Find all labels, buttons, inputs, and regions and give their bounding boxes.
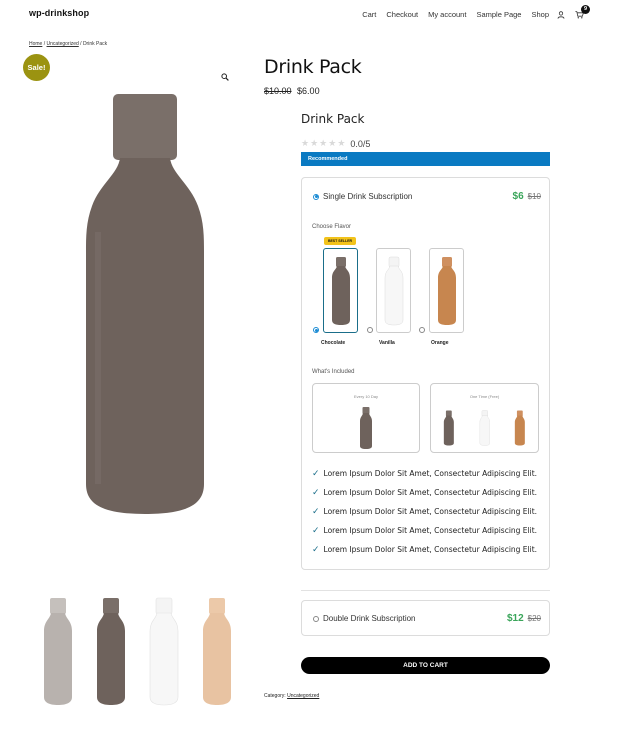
benefit-text: Lorem Ipsum Dolor Sit Amet, Consectetur …	[323, 526, 538, 535]
cart-count-badge: 9	[581, 4, 590, 14]
whats-included-label: What's Included	[312, 369, 355, 375]
double-subscription-option[interactable]: Double Drink Subscription $12 $20	[313, 613, 541, 624]
gallery-thumbnails	[31, 597, 243, 707]
current-price: $6.00	[297, 86, 320, 96]
star-icon: ★	[310, 138, 319, 148]
recommended-banner: Recommended	[301, 152, 550, 166]
nav-sample-page[interactable]: Sample Page	[476, 10, 521, 19]
nav-cart[interactable]: Cart	[362, 10, 376, 19]
flavor-chocolate-radio[interactable]	[313, 327, 319, 333]
included-bottles	[313, 406, 419, 450]
product-category: Category: Uncategorized	[264, 693, 319, 699]
rating-score: 0.0/5	[350, 138, 371, 149]
check-icon: ✓	[312, 506, 320, 517]
category-label: Category:	[264, 693, 286, 699]
included-one-time-free: One Time (Free)	[430, 383, 539, 453]
add-to-cart-button[interactable]: ADD TO CART	[301, 657, 550, 674]
flavor-vanilla[interactable]	[376, 248, 411, 333]
product-title: Drink Pack	[264, 56, 362, 78]
double-subscription-price: $12	[506, 613, 524, 624]
single-subscription-old-price: $10	[527, 192, 541, 201]
star-icon: ★	[301, 138, 310, 148]
nav-my-account[interactable]: My account	[428, 10, 466, 19]
breadcrumb-category[interactable]: Uncategorized	[47, 41, 79, 47]
nav-checkout[interactable]: Checkout	[386, 10, 418, 19]
check-icon: ✓	[312, 544, 320, 555]
main-product-image[interactable]	[80, 92, 210, 522]
benefits-list: ✓ Lorem Ipsum Dolor Sit Amet, Consectetur…	[312, 464, 537, 559]
benefit-item: ✓ Lorem Ipsum Dolor Sit Amet, Consectetur…	[312, 483, 537, 502]
breadcrumb: Home / Uncategorized / Drink Pack	[29, 41, 107, 47]
breadcrumb-home[interactable]: Home	[29, 41, 42, 47]
flavor-vanilla-label: Vanilla	[379, 340, 395, 346]
double-subscription-label: Double Drink Subscription	[323, 614, 416, 623]
benefit-item: ✓ Lorem Ipsum Dolor Sit Amet, Consectetur…	[312, 521, 537, 540]
single-subscription-radio[interactable]	[313, 193, 319, 200]
flavor-orange-radio[interactable]	[419, 327, 425, 333]
star-icon: ★	[319, 138, 328, 148]
user-icon[interactable]	[557, 10, 565, 19]
choose-flavor-label: Choose Flavor	[312, 224, 352, 230]
site-title[interactable]: wp-drinkshop	[29, 8, 89, 18]
sale-badge: Sale!	[23, 54, 50, 81]
benefit-text: Lorem Ipsum Dolor Sit Amet, Consectetur …	[323, 488, 538, 497]
benefit-text: Lorem Ipsum Dolor Sit Amet, Consectetur …	[323, 469, 538, 478]
thumbnail-peach[interactable]	[190, 597, 243, 707]
single-subscription-price: $6	[512, 191, 524, 202]
benefit-text: Lorem Ipsum Dolor Sit Amet, Consectetur …	[323, 545, 538, 554]
benefit-text: Lorem Ipsum Dolor Sit Amet, Consectetur …	[323, 507, 538, 516]
benefit-item: ✓ Lorem Ipsum Dolor Sit Amet, Consectetur…	[312, 464, 537, 483]
flavor-orange[interactable]	[429, 248, 464, 333]
benefit-item: ✓ Lorem Ipsum Dolor Sit Amet, Consectetur…	[312, 502, 537, 521]
flavor-chocolate[interactable]	[323, 248, 358, 333]
double-subscription-radio[interactable]	[313, 615, 319, 622]
best-seller-badge: BEST SELLER	[324, 237, 356, 245]
search-zoom-icon[interactable]	[221, 68, 229, 86]
rating: ★ ★ ★ ★ ★ 0.0/5	[301, 138, 370, 149]
check-icon: ✓	[312, 468, 320, 479]
benefit-item: ✓ Lorem Ipsum Dolor Sit Amet, Consectetur…	[312, 540, 537, 559]
breadcrumb-current: Drink Pack	[82, 41, 108, 47]
old-price: $10.00	[264, 86, 292, 96]
cart-icon[interactable]: 9	[575, 4, 590, 19]
flavor-chocolate-label: Chocolate	[321, 340, 346, 346]
check-icon: ✓	[312, 487, 320, 498]
included-label: Every 10 Day	[353, 394, 378, 399]
price-row: $10.00 $6.00	[264, 86, 320, 96]
flavor-vanilla-radio[interactable]	[367, 327, 373, 333]
double-subscription-old-price: $20	[527, 614, 541, 623]
thumbnail-grey[interactable]	[31, 597, 84, 707]
star-icon: ★	[328, 138, 337, 148]
check-icon: ✓	[312, 525, 320, 536]
star-icon: ★	[337, 138, 346, 148]
flavor-orange-label: Orange	[431, 340, 449, 346]
included-every-10-day: Every 10 Day	[312, 383, 420, 453]
included-bottles	[431, 406, 538, 450]
main-nav: Cart Checkout My account Sample Page Sho…	[352, 4, 590, 19]
thumbnail-vanilla[interactable]	[137, 597, 190, 707]
product-subtitle: Drink Pack	[301, 112, 365, 126]
included-label: One Time (Free)	[469, 394, 500, 399]
category-link[interactable]: Uncategorized	[287, 693, 319, 699]
single-subscription-label: Single Drink Subscription	[323, 192, 413, 201]
thumbnail-chocolate[interactable]	[84, 597, 137, 707]
nav-shop[interactable]: Shop	[531, 10, 549, 19]
divider	[301, 590, 550, 591]
single-subscription-option[interactable]: Single Drink Subscription $6 $10	[313, 191, 541, 202]
